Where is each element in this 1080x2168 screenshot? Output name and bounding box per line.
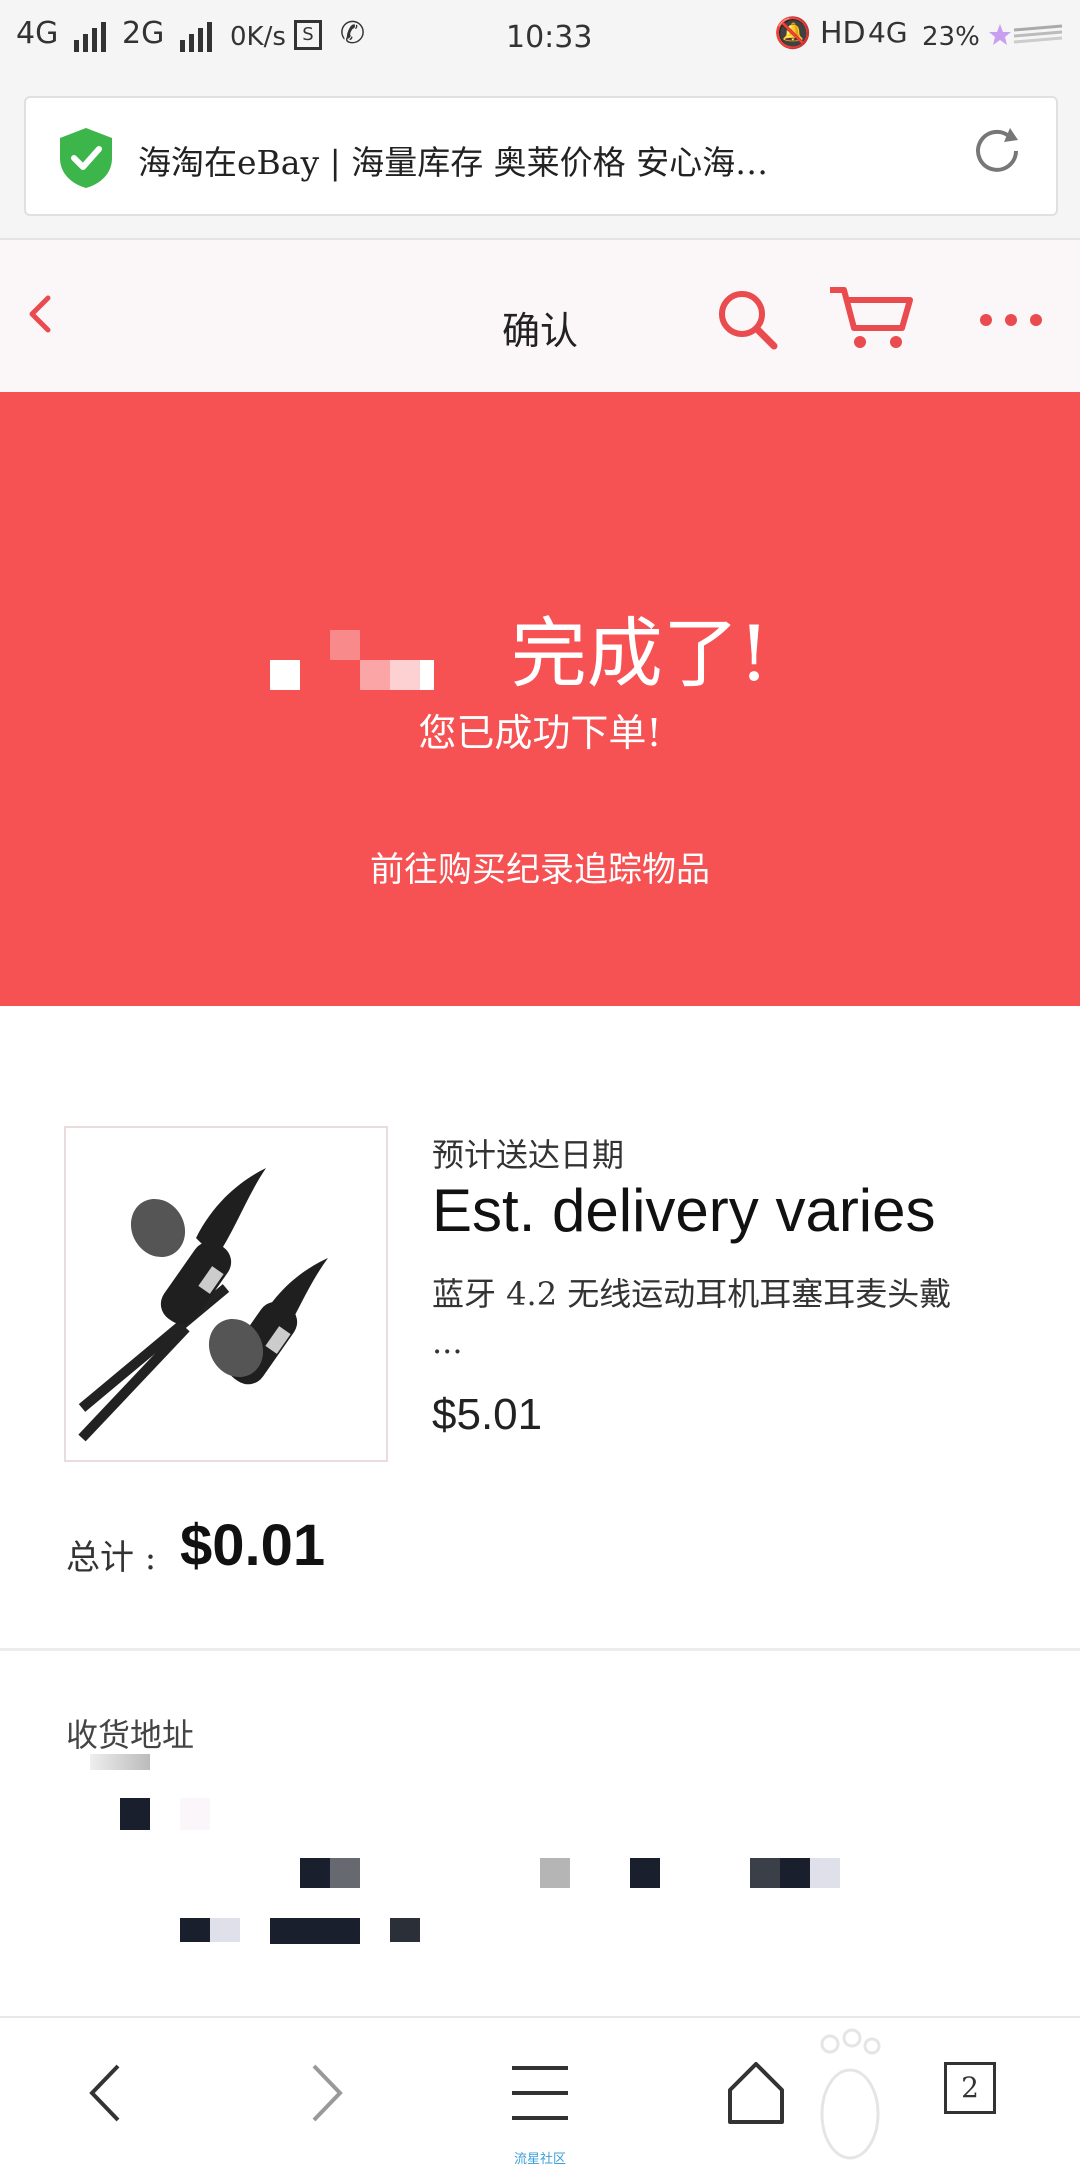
page-title: 确认 [501,309,578,353]
app-header: 确认 [0,240,1080,392]
status-network-3: 4G [868,16,908,49]
status-speed: 0K/s [230,22,286,52]
status-battery: 23% [922,22,980,52]
browser-toolbar: 海淘在eBay | 海量库存 奥莱价格 安心海… [0,76,1080,240]
redacted-text [90,1754,150,1770]
cart-icon[interactable] [826,284,916,354]
tabs-count-button[interactable]: 2 [944,2062,996,2114]
sim-icon: S [294,20,322,50]
status-hd: HD [820,16,866,51]
redacted-text [180,1798,210,1830]
redacted-text [780,1858,810,1888]
redacted-text [390,1918,420,1942]
item-name-ellipsis: ... [432,1323,463,1361]
mute-icon: 🔕 [774,16,812,51]
nav-back-icon[interactable] [84,2058,128,2128]
home-icon[interactable] [726,2058,786,2128]
purchase-history-link[interactable]: 前往购买纪录追踪物品 [0,842,1080,891]
item-name-line1: 蓝牙 4.2 无线运动耳机耳塞耳麦头戴 [432,1275,952,1313]
success-subtitle: 您已成功下单! [418,711,662,755]
section-divider [0,1648,1080,1651]
secure-shield-icon [56,126,116,190]
total-value: $0.01 [180,1513,326,1578]
redacted-text [750,1858,780,1888]
shipping-address-label: 收货地址 [66,1716,195,1754]
status-network-2: 2G [122,16,216,52]
menu-icon[interactable] [508,2058,572,2128]
total-label: 总计 : [66,1538,157,1578]
redacted-text [330,1858,360,1888]
delivery-label: 预计送达日期 [432,1136,625,1174]
redacted-text [270,1918,360,1944]
address-bar[interactable]: 海淘在eBay | 海量库存 奥莱价格 安心海… [24,96,1058,216]
phone-call-icon: ✆ [340,16,366,51]
page-title-url[interactable]: 海淘在eBay | 海量库存 奥莱价格 安心海… [138,136,958,184]
item-name[interactable]: 蓝牙 4.2 无线运动耳机耳塞耳麦头戴 ... [432,1270,1032,1366]
more-options-icon[interactable] [976,308,1046,332]
status-time: 10:33 [506,20,593,55]
redacted-text [630,1858,660,1888]
redacted-text [810,1858,840,1888]
redacted-text [180,1918,210,1942]
status-network-1: 4G [16,16,110,52]
watermark-label: 流星社区 [513,2152,566,2167]
battery-icon [988,20,1064,50]
footprint-watermark-icon [800,2024,900,2164]
success-banner: 完成了! 您已成功下单! 前往购买纪录追踪物品 [0,392,1080,1006]
back-arrow-icon[interactable] [14,284,64,344]
reload-icon[interactable] [966,120,1028,182]
item-price: $5.01 [432,1390,543,1439]
signal-icon [73,17,110,52]
nav-forward-icon[interactable] [304,2058,348,2128]
redacted-text [300,1858,330,1888]
browser-bottom-nav: 流星社区 2 [0,2016,1080,2167]
delivery-value: Est. delivery varies [432,1177,936,1244]
product-image[interactable] [64,1126,388,1462]
signal-icon [179,17,216,52]
redacted-text [120,1798,150,1830]
status-bar: 4G 2G 0K/s S ✆ 10:33 🔕 HD 4G 23% [0,0,1080,76]
success-title: 完成了! [510,609,770,698]
redacted-text [210,1918,240,1942]
search-icon[interactable] [712,284,782,354]
redacted-text [540,1858,570,1888]
